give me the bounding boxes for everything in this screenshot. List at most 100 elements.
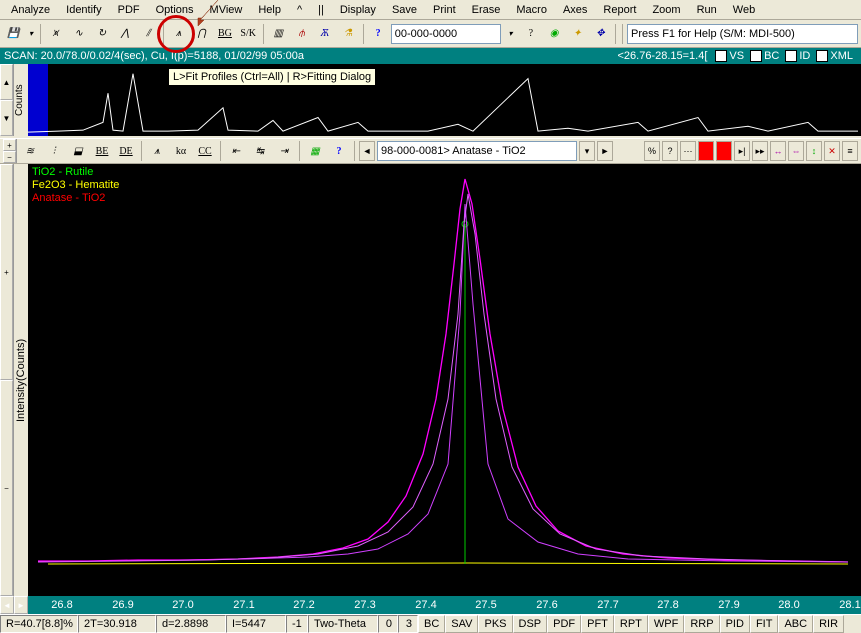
- menu-print[interactable]: Print: [426, 2, 463, 18]
- width-out-icon[interactable]: ↔: [770, 141, 786, 161]
- width-in-icon[interactable]: ⇔: [788, 141, 804, 161]
- p2-ka-button[interactable]: kα: [170, 140, 192, 162]
- x-hscroll-right-icon[interactable]: ►: [14, 596, 28, 614]
- status-flag-pks[interactable]: PKS: [478, 615, 512, 633]
- status-flag-bc[interactable]: BC: [418, 615, 445, 633]
- status-flag-pft[interactable]: PFT: [581, 615, 614, 633]
- phase-select-input[interactable]: [377, 141, 577, 161]
- q-button[interactable]: ?: [662, 141, 678, 161]
- menu-pdf[interactable]: PDF: [111, 2, 147, 18]
- p2-btn3-icon[interactable]: ⬓: [67, 140, 89, 162]
- nav-first-icon[interactable]: ▸|: [734, 141, 750, 161]
- help-hint-input[interactable]: [627, 24, 858, 44]
- menu-erase[interactable]: Erase: [465, 2, 508, 18]
- p2-de-button[interactable]: DE: [115, 140, 137, 162]
- p2-shift2-icon[interactable]: ↹: [249, 140, 271, 162]
- p2-be-button[interactable]: BE: [91, 140, 113, 162]
- dots-button[interactable]: ⋯: [680, 141, 696, 161]
- menu-report[interactable]: Report: [596, 2, 643, 18]
- menu-pause[interactable]: ||: [311, 2, 331, 18]
- main-vscroll-up-icon[interactable]: +: [0, 164, 13, 380]
- status-flag-wpf[interactable]: WPF: [648, 615, 684, 633]
- flag-id-checkbox[interactable]: [785, 50, 797, 62]
- close-x-icon[interactable]: ✕: [824, 141, 840, 161]
- tool1-icon[interactable]: ⫛: [291, 23, 312, 45]
- tool2-icon[interactable]: Ѫ: [314, 23, 335, 45]
- status-flag-rir[interactable]: RIR: [813, 615, 844, 633]
- help-icon[interactable]: ?: [368, 23, 389, 45]
- x-hscroll-left-icon[interactable]: ◄: [0, 596, 14, 614]
- menu-display[interactable]: Display: [333, 2, 383, 18]
- menu-analyze[interactable]: Analyze: [4, 2, 57, 18]
- height-button[interactable]: ↕: [806, 141, 822, 161]
- rec-red2-icon[interactable]: [716, 141, 732, 161]
- pdf-dropdown-icon[interactable]: ▾: [503, 23, 518, 45]
- status-flag-abc[interactable]: ABC: [778, 615, 813, 633]
- p2-shift1-icon[interactable]: ⇤: [225, 140, 247, 162]
- x-axis-hscroll[interactable]: ◄ ►: [0, 596, 28, 614]
- menu-macro[interactable]: Macro: [509, 2, 554, 18]
- flag-xml-checkbox[interactable]: [816, 50, 828, 62]
- menu-zoom[interactable]: Zoom: [645, 2, 687, 18]
- p2-cc-button[interactable]: CC: [194, 140, 216, 162]
- peak5-icon[interactable]: ⋂: [191, 23, 212, 45]
- phase-dropdown-icon[interactable]: ▾: [579, 141, 595, 161]
- disk-icon[interactable]: 💾: [3, 23, 24, 45]
- dropdown-icon[interactable]: ▾: [26, 23, 36, 45]
- p2-btn2-icon[interactable]: ⫶: [43, 140, 65, 162]
- overview-vscroll[interactable]: ▲ ▼: [0, 64, 14, 136]
- search-icon[interactable]: ?: [520, 23, 541, 45]
- p2-shift3-icon[interactable]: ⇥: [273, 140, 295, 162]
- target-icon[interactable]: ◉: [543, 23, 564, 45]
- pdf-number-input[interactable]: [391, 24, 501, 44]
- status-flag-pid[interactable]: PID: [720, 615, 750, 633]
- status-flag-dsp[interactable]: DSP: [513, 615, 548, 633]
- move-icon[interactable]: ✥: [590, 23, 611, 45]
- overview-plot[interactable]: [28, 64, 861, 136]
- menu-help[interactable]: Help: [251, 2, 288, 18]
- phase-vscroll-down-icon[interactable]: −: [3, 151, 16, 163]
- status-flag-sav[interactable]: SAV: [445, 615, 478, 633]
- menu-caret[interactable]: ^: [290, 2, 309, 18]
- peak1-icon[interactable]: ⩙: [45, 23, 66, 45]
- main-plot[interactable]: TiO2 - Rutile Fe2O3 - Hematite Anatase -…: [28, 164, 861, 596]
- peak2-icon[interactable]: ∿: [68, 23, 89, 45]
- menu-options[interactable]: Options: [149, 2, 201, 18]
- pct-button[interactable]: %: [644, 141, 660, 161]
- flag-vs-checkbox[interactable]: [715, 50, 727, 62]
- fit-profiles-icon[interactable]: ⩚: [168, 23, 189, 45]
- phase-vscroll-up-icon[interactable]: +: [3, 139, 16, 151]
- status-flag-pdf[interactable]: PDF: [547, 615, 581, 633]
- peak3-icon[interactable]: ⋀: [115, 23, 136, 45]
- p2-peak-icon[interactable]: ⩚: [146, 140, 168, 162]
- menu-mview[interactable]: MView: [203, 2, 250, 18]
- peak4-icon[interactable]: ⫽: [138, 23, 159, 45]
- overview-vscroll-up-icon[interactable]: ▲: [0, 64, 13, 100]
- p2-btn1-icon[interactable]: ≋: [19, 140, 41, 162]
- menu-run[interactable]: Run: [690, 2, 724, 18]
- status-flag-rrp[interactable]: RRP: [684, 615, 719, 633]
- bg-button[interactable]: BG: [214, 23, 235, 45]
- menu-axes[interactable]: Axes: [556, 2, 594, 18]
- sk-button[interactable]: S/K: [238, 23, 259, 45]
- flask-icon[interactable]: ⚗: [337, 23, 358, 45]
- flag-bc-checkbox[interactable]: [750, 50, 762, 62]
- spark-icon[interactable]: ✦: [567, 23, 588, 45]
- p2-help-icon[interactable]: ?: [328, 140, 350, 162]
- overview-vscroll-down-icon[interactable]: ▼: [0, 100, 13, 136]
- phase-prev-button[interactable]: ◄: [359, 141, 375, 161]
- menu-web[interactable]: Web: [726, 2, 762, 18]
- main-vscroll[interactable]: + −: [0, 164, 14, 596]
- phase-next-button[interactable]: ►: [597, 141, 613, 161]
- collapse-icon[interactable]: ≡: [842, 141, 858, 161]
- cycle-icon[interactable]: ↻: [91, 23, 112, 45]
- status-flag-fit[interactable]: FIT: [750, 615, 779, 633]
- status-flag-rpt[interactable]: RPT: [614, 615, 648, 633]
- menu-identify[interactable]: Identify: [59, 2, 108, 18]
- rec-red1-icon[interactable]: [698, 141, 714, 161]
- main-vscroll-down-icon[interactable]: −: [0, 380, 13, 596]
- nav-play-icon[interactable]: ▸▸: [752, 141, 768, 161]
- area-icon[interactable]: ▥: [268, 23, 289, 45]
- menu-save[interactable]: Save: [385, 2, 424, 18]
- p2-grid-icon[interactable]: ▦: [304, 140, 326, 162]
